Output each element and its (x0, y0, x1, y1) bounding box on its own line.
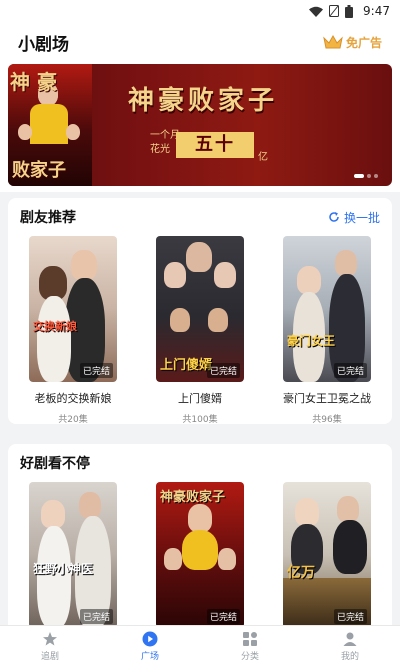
episode-count: 共20集 (58, 415, 88, 424)
sim-off-icon (329, 5, 340, 17)
drama-cover: 上门傻婿 已完结 (156, 236, 244, 382)
banner-title: 神豪败家子 (128, 86, 279, 116)
drama-card[interactable]: 豪门女王 已完结 豪门女王卫冕之战 共96集 (282, 236, 372, 424)
status-badge: 已完结 (206, 363, 240, 378)
play-icon (142, 631, 158, 647)
crown-icon (323, 34, 343, 49)
banner-poster-text-bottom: 败家子 (12, 160, 66, 181)
drama-cover: 神豪败家子 已完结 (156, 482, 244, 628)
episode-count: 共96集 (312, 415, 342, 424)
banner-unit: 亿 (258, 152, 268, 163)
drama-cover: 狂野小神医 已完结 (29, 482, 117, 628)
nav-label: 分类 (240, 652, 259, 662)
cover-title: 豪门女王 (287, 334, 336, 348)
binge-section: 好剧看不停 狂野小神医 已完结 神豪败家子 已完结 亿万 已完结 (8, 444, 392, 634)
banner-carousel[interactable]: 神 豪 败家子 神豪败家子 一个月 花光 五十 亿 (8, 64, 392, 186)
drama-cover: 交换新娘 已完结 (29, 236, 117, 382)
drama-cover: 豪门女王 已完结 (283, 236, 371, 382)
status-time: 9:47 (363, 4, 390, 18)
star-icon (43, 632, 57, 646)
battery-icon (345, 4, 354, 18)
drama-card[interactable]: 交换新娘 已完结 老板的交换新娘 共20集 (28, 236, 118, 424)
status-badge: 已完结 (333, 363, 367, 378)
drama-card[interactable]: 神豪败家子 已完结 (155, 482, 245, 628)
app-header: 小剧场 免广告 (0, 22, 400, 62)
drama-card[interactable]: 狂野小神医 已完结 (28, 482, 118, 628)
ad-free-label: 免广告 (345, 35, 382, 50)
cover-title: 上门傻婿 (160, 358, 213, 373)
drama-cover: 亿万 已完结 (283, 482, 371, 628)
refresh-button[interactable]: 换一批 (328, 209, 380, 226)
banner-highlight: 五十 (176, 132, 254, 158)
wifi-icon (309, 6, 324, 17)
cover-title: 狂野小神医 (33, 562, 94, 576)
status-badge: 已完结 (333, 609, 367, 624)
drama-card[interactable]: 亿万 已完结 (282, 482, 372, 628)
banner-poster-image: 神 豪 败家子 (8, 64, 92, 186)
banner-line-2: 花光 (150, 144, 170, 155)
refresh-icon (329, 212, 339, 222)
status-badge: 已完结 (79, 363, 113, 378)
drama-title: 豪门女王卫冕之战 (283, 392, 371, 405)
drama-card[interactable]: 上门傻婿 已完结 上门傻婿 共100集 (155, 236, 245, 424)
drama-title: 老板的交换新娘 (34, 392, 112, 405)
nav-label: 广场 (140, 652, 159, 662)
recommend-section: 剧友推荐 换一批 交换新娘 已完结 老板的交换新娘 共20集 上门傻婿 已完结 … (8, 198, 392, 424)
person-icon (343, 632, 357, 646)
section-title: 剧友推荐 (20, 210, 76, 226)
section-title: 好剧看不停 (20, 456, 90, 472)
banner-indicator (354, 174, 378, 178)
status-badge: 已完结 (206, 609, 240, 624)
ad-free-button[interactable]: 免广告 (323, 34, 382, 51)
nav-label: 追剧 (40, 652, 59, 662)
banner-poster-text-top: 神 豪 (10, 70, 57, 94)
nav-item-follow[interactable]: 追剧 (0, 626, 100, 667)
drama-title: 上门傻婿 (178, 392, 222, 405)
status-bar: 9:47 (0, 0, 400, 22)
cover-title: 交换新娘 (33, 320, 77, 333)
cover-title: 神豪败家子 (160, 490, 226, 505)
nav-label: 我的 (340, 652, 359, 662)
nav-item-square[interactable]: 广场 (100, 626, 200, 667)
grid-icon (243, 632, 257, 646)
bottom-nav: 追剧 广场 分类 我的 (0, 625, 400, 667)
episode-count: 共100集 (182, 415, 218, 424)
status-badge: 已完结 (79, 609, 113, 624)
page-title: 小剧场 (18, 34, 69, 55)
nav-item-category[interactable]: 分类 (200, 626, 300, 667)
cover-title: 亿万 (287, 565, 315, 581)
nav-item-mine[interactable]: 我的 (300, 626, 400, 667)
banner-container: 神 豪 败家子 神豪败家子 一个月 花光 五十 亿 (0, 62, 400, 192)
refresh-label: 换一批 (343, 210, 380, 225)
